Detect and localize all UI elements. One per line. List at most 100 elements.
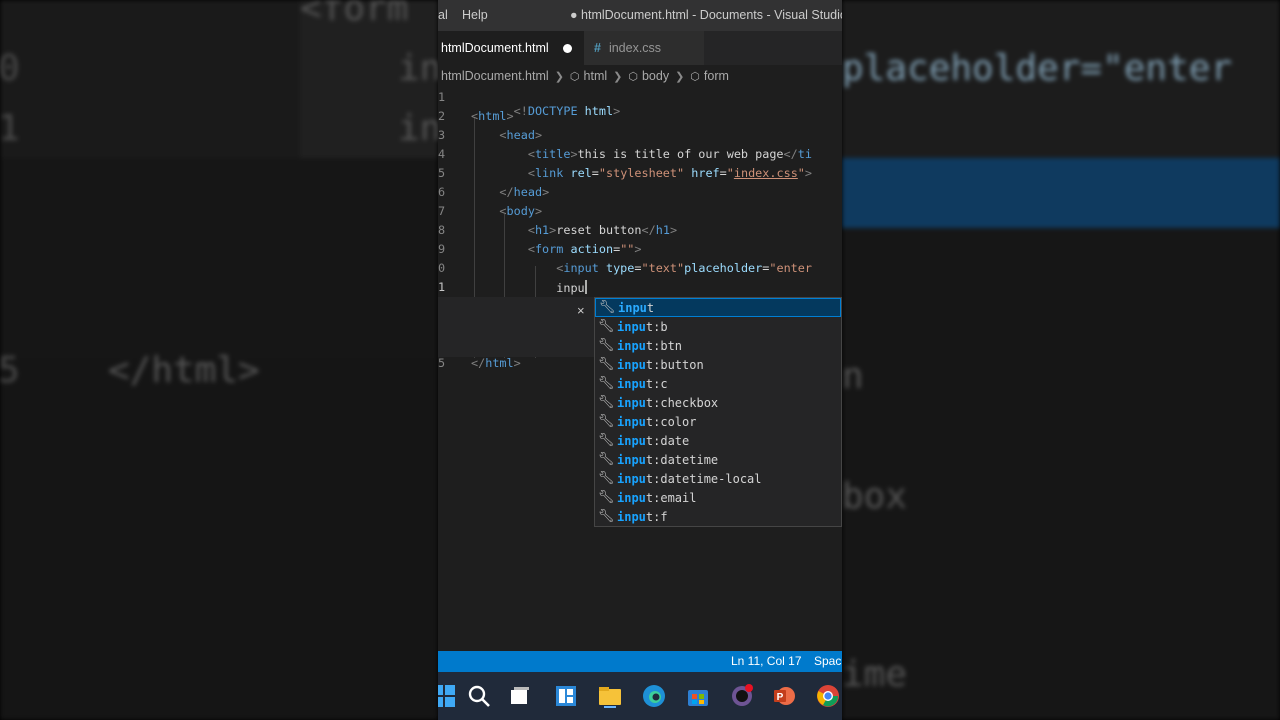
tab-label: index.css [608, 41, 662, 55]
windows-icon[interactable] [438, 684, 456, 708]
suggestion-label: input:checkbox [617, 395, 719, 410]
line-number: 6 [438, 185, 446, 199]
snippet-wrench-icon: 🔧︎ [597, 376, 615, 391]
html-element-icon: ⬡ [569, 70, 580, 83]
unsaved-dot-icon[interactable] [562, 43, 572, 53]
github-desktop-icon[interactable] [730, 684, 754, 708]
bg-right-token: n [842, 356, 864, 397]
suggestion-item[interactable]: 🔧︎ input:color [595, 412, 841, 431]
editor-tabs: htmlDocument.html # index.css [438, 31, 842, 65]
snippet-wrench-icon: 🔧︎ [597, 471, 615, 486]
line-number: 3 [438, 128, 446, 142]
suggestion-item[interactable]: 🔧︎ input:b [595, 317, 841, 336]
code-line: <html> [471, 109, 514, 123]
search-icon[interactable] [467, 684, 491, 708]
suggestion-label: input:c [617, 376, 668, 391]
autocomplete-suggestions: 🔧︎ input 🔧︎ input:b 🔧︎ input:btn 🔧︎ input:butto… [594, 297, 842, 527]
line-number: 4 [438, 147, 446, 161]
suggestion-item[interactable]: 🔧︎ input:f [595, 507, 841, 526]
bg-right-token: box [842, 476, 908, 517]
bg-left-token: 0 [0, 48, 20, 89]
breadcrumb-item[interactable]: htmlDocument.html [441, 69, 549, 83]
breadcrumb-item[interactable]: body [642, 69, 669, 83]
line-number: 5 [438, 166, 446, 180]
suggestion-label: input [618, 300, 655, 315]
line-number: 7 [438, 204, 446, 218]
title-bar: al Help ● htmlDocument.html - Documents … [438, 0, 842, 31]
window-title: ● htmlDocument.html - Documents - Visual… [570, 8, 842, 22]
menu-help[interactable]: Help [462, 8, 488, 22]
line-number: 2 [438, 109, 446, 123]
tab-htmldocument[interactable]: htmlDocument.html [438, 31, 584, 65]
code-line: </html> [471, 356, 521, 370]
snippet-wrench-icon: 🔧︎ [597, 490, 615, 505]
file-explorer-icon[interactable] [598, 684, 622, 708]
code-line: <form action=""> [527, 242, 642, 256]
cursor-position[interactable]: Ln 11, Col 17 [731, 654, 802, 668]
suggestion-item[interactable]: 🔧︎ input:datetime-local [595, 469, 841, 488]
indentation-setting[interactable]: Spac [814, 654, 841, 668]
suggestion-item[interactable]: 🔧︎ input [595, 298, 841, 317]
html-element-icon: ⬡ [690, 70, 700, 83]
suggestion-label: input:datetime [617, 452, 719, 467]
blurred-background-left: <form 0 1 in in 5 </html> [0, 0, 438, 720]
breadcrumb-item[interactable]: form [704, 69, 729, 83]
blurred-background-right: placeholder="enter n box ime [842, 0, 1280, 720]
line-number: 5 [438, 356, 446, 370]
snippet-wrench-icon: 🔧︎ [597, 395, 615, 410]
suggestion-item[interactable]: 🔧︎ input:checkbox [595, 393, 841, 412]
chrome-icon[interactable] [816, 684, 840, 708]
code-line: </head> [499, 185, 550, 199]
code-line: <body> [499, 204, 543, 218]
suggestion-item[interactable]: 🔧︎ input:datetime [595, 450, 841, 469]
bg-left-token: </html> [108, 350, 260, 391]
snippet-wrench-icon: 🔧︎ [597, 433, 615, 448]
tab-label: htmlDocument.html [441, 41, 549, 55]
suggestion-item[interactable]: 🔧︎ input:date [595, 431, 841, 450]
powerpoint-icon[interactable]: P [772, 684, 796, 708]
code-line-current: inpu [556, 280, 587, 295]
bg-left-token: <form [300, 0, 409, 29]
store-icon[interactable] [686, 684, 710, 708]
edge-icon[interactable] [642, 684, 666, 708]
bg-right-token: placeholder="enter [842, 48, 1233, 89]
chevron-right-icon: ❯ [613, 70, 623, 83]
line-number: 1 [438, 280, 446, 294]
snippet-wrench-icon: 🔧︎ [597, 338, 615, 353]
bg-left-token: in [398, 48, 438, 89]
html-element-icon: ⬡ [628, 70, 638, 83]
code-line: <input type="text"placeholder="enter [556, 261, 812, 275]
suggestion-label: input:b [617, 319, 668, 334]
breadcrumb-item[interactable]: html [584, 69, 608, 83]
tab-index-css[interactable]: # index.css [584, 31, 704, 65]
code-line: <head> [499, 128, 543, 142]
suggestion-item[interactable]: 🔧︎ input:c [595, 374, 841, 393]
suggestion-item[interactable]: 🔧︎ input:email [595, 488, 841, 507]
bg-left-token: 1 [0, 108, 20, 149]
suggestion-item[interactable]: 🔧︎ input:button [595, 355, 841, 374]
widgets-icon[interactable] [554, 684, 578, 708]
suggestion-label: input:f [617, 509, 668, 524]
text-cursor [584, 280, 587, 294]
code-line: <link rel="stylesheet" href="index.css"> [527, 166, 813, 180]
line-number: 8 [438, 223, 446, 237]
chevron-right-icon: ❯ [554, 70, 564, 83]
css-file-icon: # [594, 41, 601, 55]
snippet-wrench-icon: 🔧︎ [597, 357, 615, 372]
windows-taskbar: P [438, 672, 842, 720]
snippet-wrench-icon: 🔧︎ [597, 319, 615, 334]
line-number: 1 [438, 90, 446, 104]
status-bar: Ln 11, Col 17 Spac [438, 651, 842, 672]
bg-left-token: 5 [0, 350, 20, 391]
task-view-icon[interactable] [508, 684, 532, 708]
snippet-wrench-icon: 🔧︎ [597, 509, 615, 524]
bg-highlight-band [842, 158, 1280, 228]
line-number: 9 [438, 242, 446, 256]
breadcrumb: htmlDocument.html ❯ ⬡ html ❯ ⬡ body ❯ ⬡ … [438, 65, 842, 87]
suggestion-label: input:btn [617, 338, 683, 353]
suggestion-label: input:color [617, 414, 697, 429]
line-number: 0 [438, 261, 446, 275]
suggestion-item[interactable]: 🔧︎ input:btn [595, 336, 841, 355]
close-icon[interactable]: × [577, 303, 585, 318]
menu-terminal-partial[interactable]: al [438, 8, 448, 22]
